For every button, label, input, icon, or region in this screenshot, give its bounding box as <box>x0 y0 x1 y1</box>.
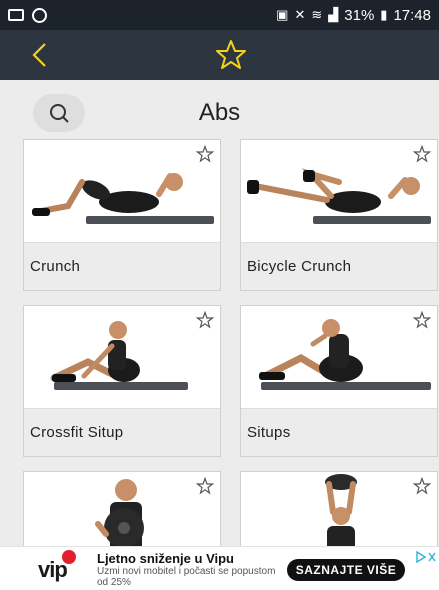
exercise-image-weight-plate <box>24 472 220 552</box>
exercise-image-bicycle-crunch <box>241 140 437 242</box>
battery-percent: 31% <box>344 6 375 24</box>
favorite-star-icon[interactable] <box>412 144 432 163</box>
favorite-star-icon[interactable] <box>195 310 215 329</box>
ad-banner[interactable]: vip Ljetno sniženje u Vipu Uzmi novi mob… <box>0 546 439 590</box>
exercise-card-bicycle-crunch[interactable]: Bicycle Crunch <box>241 140 437 290</box>
whatsapp-notification-icon <box>32 7 47 23</box>
ad-subtitle: Uzmi novi mobitel i počasti se popustom … <box>97 566 276 588</box>
app-bar <box>0 30 439 80</box>
favorite-star-icon[interactable] <box>412 476 432 495</box>
exercise-card-crunch[interactable]: Crunch <box>24 140 220 290</box>
exercise-image-crossfit-situp <box>24 306 220 408</box>
image-notification-icon <box>8 9 24 21</box>
category-header: Abs <box>0 80 439 140</box>
clock: 17:48 <box>393 6 431 24</box>
chevron-left-icon <box>32 43 46 67</box>
favorite-star-icon[interactable] <box>195 476 215 495</box>
exercise-label: Crossfit Situp <box>24 408 220 456</box>
exercise-label: Crunch <box>24 242 220 290</box>
exercise-label: Bicycle Crunch <box>241 242 437 290</box>
wifi-icon: ≋ <box>311 7 323 22</box>
ad-choices-icon[interactable] <box>415 551 437 563</box>
back-button[interactable] <box>28 40 52 70</box>
exercise-card-situps[interactable]: Situps <box>241 306 437 456</box>
favorite-star-icon[interactable] <box>195 144 215 163</box>
ad-title: Ljetno sniženje u Vipu <box>97 551 234 566</box>
alarm-icon: ▣ <box>276 7 289 22</box>
exercise-image-crunch <box>24 140 220 242</box>
exercise-label: Situps <box>241 408 437 456</box>
signal-icon: ▟ <box>328 7 339 22</box>
star-outline-icon <box>216 40 246 69</box>
exercise-card-overhead-plate[interactable] <box>241 472 437 552</box>
exercise-image-overhead-plate <box>241 472 437 552</box>
favorite-button[interactable] <box>214 38 248 72</box>
status-bar: ▣ ✕ ≋ ▟ 31% ▮ 17:48 <box>0 0 439 30</box>
exercise-card-crossfit-situp[interactable]: Crossfit Situp <box>24 306 220 456</box>
exercise-image-situps <box>241 306 437 408</box>
page-title: Abs <box>198 99 241 126</box>
mute-icon: ✕ <box>294 7 306 22</box>
battery-icon: ▮ <box>380 7 388 22</box>
favorite-star-icon[interactable] <box>412 310 432 329</box>
ad-logo-mark-icon <box>62 550 76 564</box>
exercise-card-weight-plate[interactable] <box>24 472 220 552</box>
ad-cta-button[interactable]: SAZNAJTE VIŠE <box>287 559 405 581</box>
